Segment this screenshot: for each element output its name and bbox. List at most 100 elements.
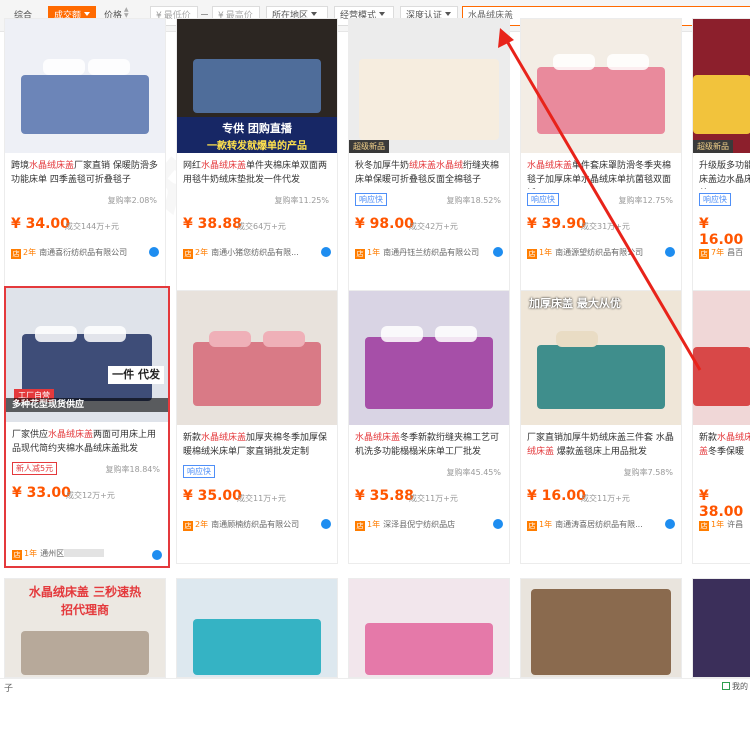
product-title[interactable]: 网红水晶绒床盖单件夹棉床单双面两用毯牛奶绒床垫批发一件代发 bbox=[183, 159, 333, 189]
supplier-name: 通州区 bbox=[40, 549, 65, 558]
supplier-line[interactable]: 店 2年 南通小猪您纺织品有限... bbox=[183, 247, 333, 259]
my-menu-button[interactable]: 我的 bbox=[722, 681, 748, 692]
product-image[interactable] bbox=[693, 579, 750, 677]
shop-icon: 店 bbox=[183, 249, 193, 259]
product-image[interactable] bbox=[521, 19, 681, 153]
product-card[interactable]: 水晶绒床盖 三秒速热 招代理商 bbox=[4, 578, 166, 678]
bedspread-shape bbox=[365, 336, 493, 409]
product-title[interactable]: 新款水晶绒床盖冬季保暖 bbox=[699, 431, 750, 461]
bedspread-shape bbox=[365, 623, 493, 675]
supplier-name: 许昌 bbox=[727, 520, 744, 529]
product-card[interactable]: 新款水晶绒床盖冬季保暖 ¥ 38.00 店 1年 许昌 bbox=[692, 290, 750, 564]
product-image[interactable] bbox=[693, 291, 750, 425]
product-card[interactable]: 水晶绒床盖单件套床罩防滑冬季夹棉毯子加厚床单水晶绒床单抗菌毯双面铺 响应快 复购… bbox=[520, 18, 682, 292]
supplier-line[interactable]: 店 7年 昌百 bbox=[699, 247, 750, 259]
tag-row: 响应快 bbox=[699, 193, 734, 207]
price: ¥ 33.00 bbox=[12, 485, 71, 501]
price: ¥ 38.88 bbox=[183, 216, 242, 232]
sales-volume: 成交31万+元 bbox=[581, 222, 630, 231]
variety-strip: 多种花型现货供应 bbox=[6, 398, 168, 412]
price: ¥ 16.00 bbox=[527, 488, 586, 504]
repurchase-rate: 复购率18.52% bbox=[446, 196, 501, 205]
pillow-shape bbox=[381, 325, 423, 342]
product-title[interactable]: 水晶绒床盖单件套床罩防滑冬季夹棉毯子加厚床单水晶绒床单抗菌毯双面铺 bbox=[527, 159, 677, 189]
product-image[interactable]: 加厚床盖 最大从优 bbox=[521, 291, 681, 425]
chat-icon[interactable] bbox=[152, 550, 162, 560]
pillow-shape bbox=[88, 59, 130, 76]
product-card[interactable]: 专供 团购直播 一款转发就爆单的产品 网红水晶绒床盖单件夹棉床单双面两用毯牛奶绒… bbox=[176, 18, 338, 292]
product-title[interactable]: 升级版多功能床盖边水晶床盖 bbox=[699, 159, 750, 189]
chat-icon[interactable] bbox=[665, 247, 675, 257]
supplier-line[interactable]: 店 2年 南通喜衍纺织品有限公司 bbox=[11, 247, 161, 259]
price: ¥ 34.00 bbox=[11, 216, 70, 232]
shop-icon: 店 bbox=[527, 249, 537, 259]
supplier-line[interactable]: 店 2年 南通顾楠纺织品有限公司 bbox=[183, 519, 333, 531]
bedspread-shape bbox=[693, 75, 750, 135]
product-image[interactable]: 一件 代发 工厂自营 多种花型现货供应 bbox=[6, 288, 168, 422]
product-image[interactable] bbox=[177, 579, 337, 677]
shop-icon: 店 bbox=[355, 249, 365, 259]
title-text: 秋冬加厚牛奶 bbox=[355, 161, 410, 171]
caret-down-icon bbox=[84, 12, 91, 16]
product-card[interactable]: 超级新品 升级版多功能床盖边水晶床盖 响应快 ¥ 16.00 店7年昌百 bbox=[692, 18, 750, 292]
product-image[interactable]: 水晶绒床盖 三秒速热 招代理商 bbox=[5, 579, 165, 677]
product-card[interactable] bbox=[176, 578, 338, 678]
product-title[interactable]: 水晶绒床盖冬季新款绗缝夹棉工艺可机洗多功能榻榻米床单工厂批发 bbox=[355, 431, 505, 461]
product-card[interactable]: 加厚床盖 最大从优 厂家直销加厚牛奶绒床盖三件套 水晶绒床盖 爆款盖毯床上用品批… bbox=[520, 290, 682, 564]
supplier-years: 1年 bbox=[24, 549, 38, 558]
product-image[interactable] bbox=[177, 291, 337, 425]
product-card[interactable]: 新款水晶绒床盖加厚夹棉冬季加厚保暖棉绒米床单厂家直销批发定制 响应快 ¥ 35.… bbox=[176, 290, 338, 564]
supplier-line[interactable]: 店 1年 南通源望纺织品有限公司 bbox=[527, 247, 677, 259]
super-new-badge-label: 超级新品 bbox=[697, 142, 729, 151]
chat-icon[interactable] bbox=[149, 247, 159, 257]
supplier-name: 南通源望纺织品有限公司 bbox=[555, 248, 644, 257]
price: ¥ 38.00 bbox=[699, 488, 744, 520]
product-image[interactable]: 超级新品 bbox=[693, 19, 750, 153]
title-text: 厂家供应 bbox=[12, 430, 49, 440]
product-title[interactable]: 新款水晶绒床盖加厚夹棉冬季加厚保暖棉绒米床单厂家直销批发定制 bbox=[183, 431, 333, 461]
supplier-line[interactable]: 店 1年 深泽县倪宁纺织品店 bbox=[355, 519, 505, 531]
supplier-line[interactable]: 店 1年 南通涛喜居纺织品有限... bbox=[527, 519, 677, 531]
supplier-line[interactable]: 店 1年 通州区 bbox=[12, 548, 162, 560]
title-text: 网红 bbox=[183, 161, 202, 171]
tag-row: 响应快 bbox=[183, 465, 218, 479]
title-keyword: 绒床盖水晶绒 bbox=[409, 161, 464, 171]
super-new-badge: 超级新品 bbox=[693, 140, 733, 153]
price-range-dash bbox=[201, 14, 208, 15]
product-image[interactable] bbox=[349, 291, 509, 425]
product-card[interactable] bbox=[692, 578, 750, 678]
product-card[interactable] bbox=[348, 578, 510, 678]
supplier-years: 1年 bbox=[539, 520, 553, 529]
supplier-line[interactable]: 店 1年 许昌 bbox=[699, 519, 750, 531]
bedspread-shape bbox=[21, 631, 149, 675]
promo-headline: 水晶绒床盖 三秒速热 bbox=[28, 585, 142, 599]
product-image[interactable] bbox=[349, 579, 509, 677]
product-title[interactable]: 厂家供应水晶绒床盖两面可用床上用品现代简约夹棉水晶绒床盖批发 bbox=[12, 428, 162, 458]
product-card[interactable] bbox=[520, 578, 682, 678]
price: ¥ 16.00 bbox=[699, 216, 744, 248]
pillow-shape bbox=[556, 331, 598, 348]
product-card[interactable]: 跨境水晶绒床盖厂家直销 保暖防滑多功能床单 四季盖毯可折叠毯子 复购率2.08%… bbox=[4, 18, 166, 292]
sales-volume: 成交11万+元 bbox=[581, 494, 630, 503]
supplier-line[interactable]: 店 1年 南通丹钰兰纺织品有限公司 bbox=[355, 247, 505, 259]
chat-icon[interactable] bbox=[321, 519, 331, 529]
product-title[interactable]: 厂家直销加厚牛奶绒床盖三件套 水晶绒床盖 爆款盖毯床上用品批发 bbox=[527, 431, 677, 461]
product-title[interactable]: 跨境水晶绒床盖厂家直销 保暖防滑多功能床单 四季盖毯可折叠毯子 bbox=[11, 159, 161, 189]
chat-icon[interactable] bbox=[665, 519, 675, 529]
product-image[interactable] bbox=[5, 19, 165, 153]
supplier-years: 2年 bbox=[23, 248, 37, 257]
pillow-shape bbox=[35, 325, 78, 342]
product-title[interactable]: 秋冬加厚牛奶绒床盖水晶绒绗缝夹棉床单保暖可折叠毯反面全棉毯子 bbox=[355, 159, 505, 189]
product-card[interactable]: 超级新品 秋冬加厚牛奶绒床盖水晶绒绗缝夹棉床单保暖可折叠毯反面全棉毯子 响应快 … bbox=[348, 18, 510, 292]
product-image[interactable]: 专供 团购直播 一款转发就爆单的产品 bbox=[177, 19, 337, 153]
promo-banner-line2: 一款转发就爆单的产品 bbox=[207, 141, 307, 152]
chat-icon[interactable] bbox=[321, 247, 331, 257]
chat-icon[interactable] bbox=[493, 519, 503, 529]
pillow-shape bbox=[553, 53, 595, 70]
product-image[interactable]: 超级新品 bbox=[349, 19, 509, 153]
product-card-highlighted[interactable]: 一件 代发 工厂自营 多种花型现货供应 厂家供应水晶绒床盖两面可用床上用品现代简… bbox=[4, 286, 170, 568]
product-card[interactable]: 水晶绒床盖冬季新款绗缝夹棉工艺可机洗多功能榻榻米床单工厂批发 复购率45.45%… bbox=[348, 290, 510, 564]
chat-icon[interactable] bbox=[493, 247, 503, 257]
repurchase-rate: 复购率7.58% bbox=[623, 468, 673, 477]
product-image[interactable] bbox=[521, 579, 681, 677]
